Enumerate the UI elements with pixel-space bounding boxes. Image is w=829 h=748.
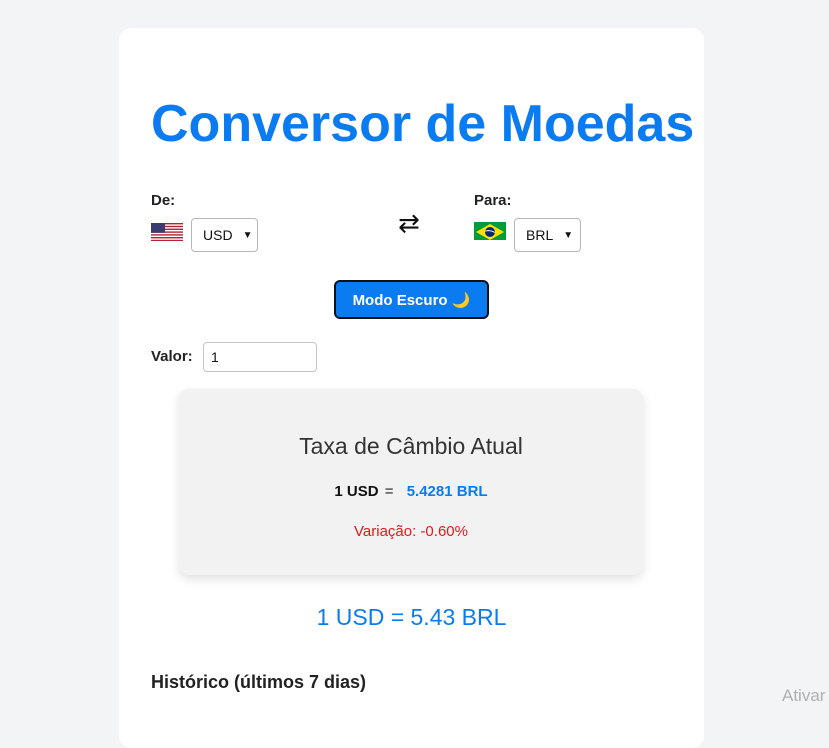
to-label: Para:: [474, 192, 512, 209]
rate-variation: Variação: -0.60%: [354, 523, 468, 540]
activation-watermark: Ativar: [782, 686, 826, 705]
history-heading: Histórico (últimos 7 dias): [151, 672, 367, 692]
brazil-flag-icon: [474, 222, 506, 240]
rate-base-amount: 1 USD: [334, 483, 379, 500]
chevron-down-icon: ▼: [242, 229, 253, 241]
from-label: De:: [151, 192, 176, 209]
to-currency-select[interactable]: BRL ▼: [514, 218, 581, 252]
from-currency-select[interactable]: USD ▼: [191, 218, 258, 252]
us-flag-icon: [151, 223, 183, 241]
exchange-rate-panel: Taxa de Câmbio Atual 1 USD = 5.4281 BRL …: [179, 389, 643, 575]
dark-mode-button[interactable]: Modo Escuro 🌙: [334, 280, 489, 319]
exchange-rate-title: Taxa de Câmbio Atual: [299, 433, 523, 459]
converter-card: Conversor de Moedas De: USD ▼ ⇄ Para: BR…: [119, 28, 704, 748]
rate-equals-sign: =: [384, 483, 394, 500]
rate-value: 5.4281 BRL: [406, 483, 488, 500]
chevron-down-icon: ▼: [563, 229, 574, 241]
from-currency-value: USD: [203, 227, 233, 243]
page-title: Conversor de Moedas: [151, 95, 695, 153]
conversion-result: 1 USD = 5.43 BRL: [316, 604, 507, 630]
exchange-rate-line: 1 USD = 5.4281 BRL: [179, 483, 643, 500]
to-currency-value: BRL: [526, 227, 554, 243]
amount-label: Valor:: [151, 348, 193, 365]
amount-input[interactable]: [203, 342, 317, 372]
swap-arrows-icon[interactable]: ⇄: [398, 208, 420, 238]
